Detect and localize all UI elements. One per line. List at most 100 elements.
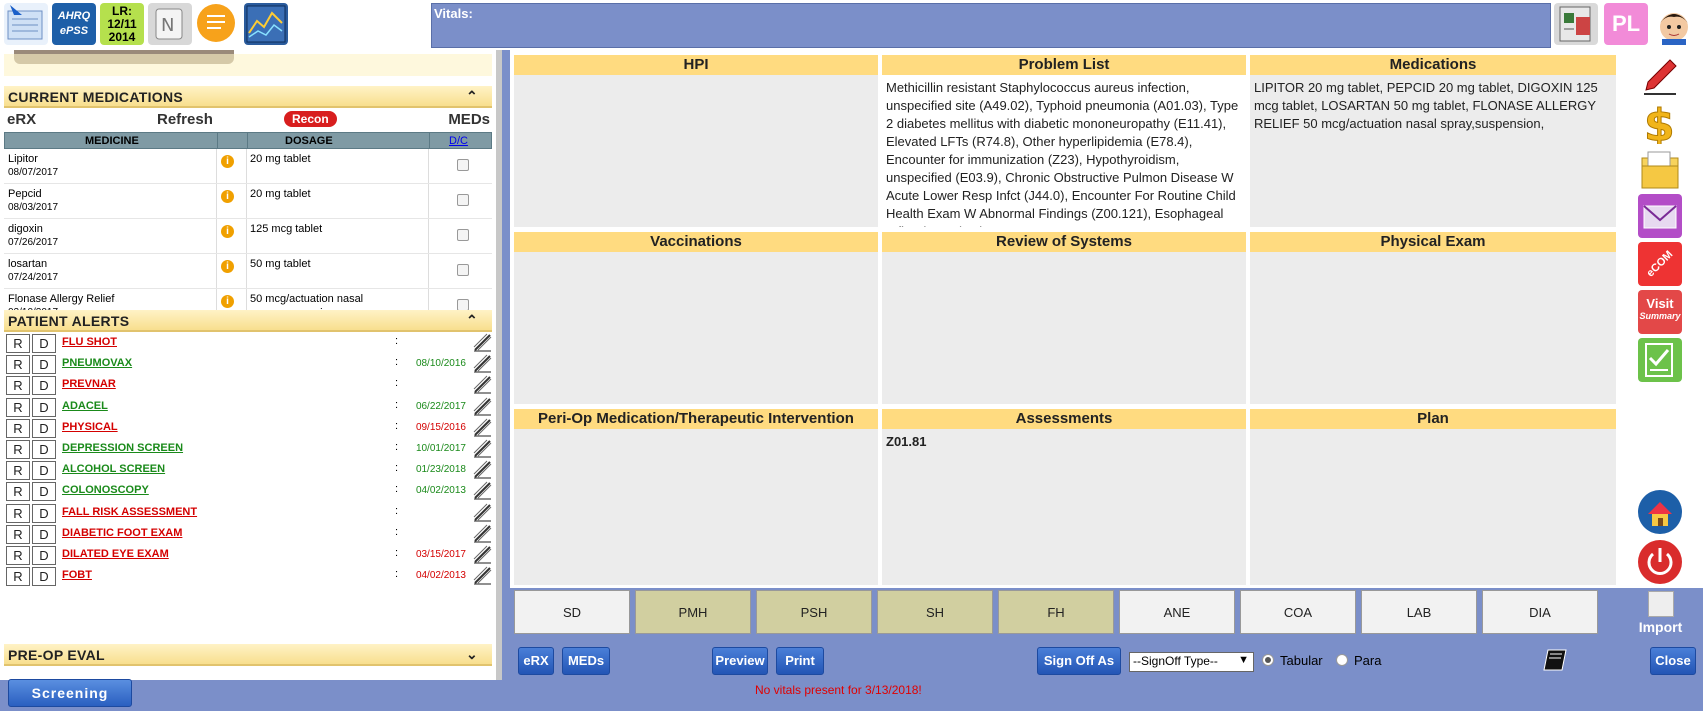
discontinue-checkbox[interactable] — [457, 229, 469, 241]
tab-sd[interactable]: SD — [514, 590, 630, 634]
erx-button[interactable]: eRX — [518, 647, 554, 675]
edit-pen-icon[interactable] — [472, 374, 492, 394]
alert-r-button[interactable]: R — [6, 524, 30, 544]
alert-name-link[interactable]: DILATED EYE EXAM — [62, 548, 169, 560]
expand-down-icon[interactable]: ⌄ — [466, 646, 478, 663]
alert-d-button[interactable]: D — [32, 546, 56, 565]
visit-summary-button[interactable]: Visit Summary — [1638, 290, 1682, 334]
tab-dia[interactable]: DIA — [1482, 590, 1598, 634]
book-icon[interactable] — [1542, 646, 1572, 674]
patient-alerts-header[interactable]: PATIENT ALERTS ⌃ — [4, 310, 492, 332]
plan-section[interactable]: Plan — [1250, 409, 1616, 585]
alert-d-button[interactable]: D — [32, 461, 56, 481]
ahrq-epss-icon[interactable]: AHRQ ePSS — [52, 3, 96, 45]
documents-folder-icon[interactable] — [1638, 148, 1682, 192]
assessments-section[interactable]: Assessments Z01.81 — [882, 409, 1246, 585]
pl-button[interactable]: PL — [1604, 3, 1648, 45]
alert-name-link[interactable]: FLU SHOT — [62, 336, 117, 348]
close-button[interactable]: Close — [1650, 647, 1696, 675]
para-radio[interactable] — [1336, 654, 1348, 666]
import-button[interactable]: Import — [1618, 588, 1703, 638]
review-of-systems-section[interactable]: Review of Systems — [882, 232, 1246, 404]
collapse-up-icon[interactable]: ⌃ — [466, 312, 478, 329]
edit-pen-icon[interactable] — [472, 565, 492, 585]
info-icon[interactable]: i — [221, 155, 234, 168]
info-icon[interactable]: i — [221, 295, 234, 308]
collapse-up-icon[interactable]: ⌃ — [466, 88, 478, 105]
alert-r-button[interactable]: R — [6, 461, 30, 481]
discontinue-checkbox[interactable] — [457, 264, 469, 276]
alert-d-button[interactable]: D — [32, 418, 56, 438]
checklist-icon[interactable] — [1638, 338, 1682, 382]
left-scrollbar[interactable] — [496, 50, 502, 680]
tab-coa[interactable]: COA — [1240, 590, 1356, 634]
alert-name-link[interactable]: FOBT — [62, 569, 92, 581]
physical-exam-section[interactable]: Physical Exam — [1250, 232, 1616, 404]
alert-r-button[interactable]: R — [6, 440, 30, 459]
ecom-button[interactable]: eCOM — [1638, 242, 1682, 286]
tabular-radio[interactable] — [1262, 654, 1274, 666]
alert-name-link[interactable]: DEPRESSION SCREEN — [62, 442, 183, 454]
alert-r-button[interactable]: R — [6, 418, 30, 438]
tab-fh[interactable]: FH — [998, 590, 1114, 634]
vaccinations-section[interactable]: Vaccinations — [514, 232, 878, 404]
edit-pen-icon[interactable] — [472, 417, 492, 437]
tab-pmh[interactable]: PMH — [635, 590, 751, 634]
print-button[interactable]: Print — [776, 647, 824, 675]
home-icon[interactable] — [1638, 490, 1682, 534]
info-icon[interactable]: i — [221, 190, 234, 203]
meds-link[interactable]: MEDs — [448, 111, 490, 128]
alert-d-button[interactable]: D — [32, 334, 56, 353]
edit-pen-icon[interactable] — [472, 332, 492, 352]
alert-d-button[interactable]: D — [32, 440, 56, 459]
discontinue-checkbox[interactable] — [457, 159, 469, 171]
medications-section[interactable]: Medications LIPITOR 20 mg tablet, PEPCID … — [1250, 55, 1616, 227]
discontinue-checkbox[interactable] — [457, 194, 469, 206]
alert-d-button[interactable]: D — [32, 567, 56, 587]
tab-psh[interactable]: PSH — [756, 590, 872, 634]
alert-r-button[interactable]: R — [6, 482, 30, 502]
hpi-section[interactable]: HPI — [514, 55, 878, 227]
pre-op-eval-header[interactable]: PRE-OP EVAL ⌄ — [4, 644, 492, 666]
alert-d-button[interactable]: D — [32, 503, 56, 523]
alert-r-button[interactable]: R — [6, 376, 30, 396]
mail-icon[interactable] — [1638, 194, 1682, 238]
avatar[interactable] — [1652, 3, 1696, 45]
edit-pen-icon[interactable] — [472, 438, 492, 458]
alert-d-button[interactable]: D — [32, 355, 56, 375]
problem-list-section[interactable]: Problem List Methicillin resistant Staphy… — [882, 55, 1246, 227]
alert-d-button[interactable]: D — [32, 376, 56, 396]
notebook-icon[interactable]: N — [148, 3, 192, 45]
alert-r-button[interactable]: R — [6, 503, 30, 523]
alert-d-button[interactable]: D — [32, 482, 56, 502]
dc-column-link[interactable]: D/C — [449, 135, 468, 147]
download-icon[interactable] — [4, 3, 48, 45]
edit-pen-icon[interactable] — [472, 523, 492, 543]
tab-lab[interactable]: LAB — [1361, 590, 1477, 634]
screening-button[interactable]: Screening — [8, 679, 132, 707]
recon-button[interactable]: Recon — [284, 111, 337, 127]
edit-pen-icon[interactable] — [472, 353, 492, 373]
refresh-link[interactable]: Refresh — [157, 111, 213, 128]
alert-name-link[interactable]: COLONOSCOPY — [62, 484, 149, 496]
info-icon[interactable]: i — [221, 225, 234, 238]
alert-name-link[interactable]: ALCOHOL SCREEN — [62, 463, 165, 475]
edit-pen-icon[interactable] — [472, 480, 492, 500]
alert-r-button[interactable]: R — [6, 334, 30, 353]
alert-d-button[interactable]: D — [32, 397, 56, 417]
edit-pen-icon[interactable] — [472, 459, 492, 479]
info-icon[interactable]: i — [221, 260, 234, 273]
tab-ane[interactable]: ANE — [1119, 590, 1235, 634]
tab-sh[interactable]: SH — [877, 590, 993, 634]
edit-pencil-icon[interactable] — [1638, 54, 1682, 98]
edit-pen-icon[interactable] — [472, 502, 492, 522]
signoff-type-select[interactable]: --SignOff Type-- ▼ — [1129, 652, 1254, 672]
clipboard-icon[interactable] — [1554, 3, 1598, 45]
alert-name-link[interactable]: PHYSICAL — [62, 421, 118, 433]
alert-name-link[interactable]: DIABETIC FOOT EXAM — [62, 527, 182, 539]
alert-r-button[interactable]: R — [6, 355, 30, 375]
erx-link[interactable]: eRX — [7, 111, 36, 128]
peri-op-section[interactable]: Peri-Op Medication/Therapeutic Intervent… — [514, 409, 878, 585]
chat-icon[interactable] — [194, 3, 238, 45]
billing-dollar-icon[interactable]: $ — [1638, 100, 1682, 152]
